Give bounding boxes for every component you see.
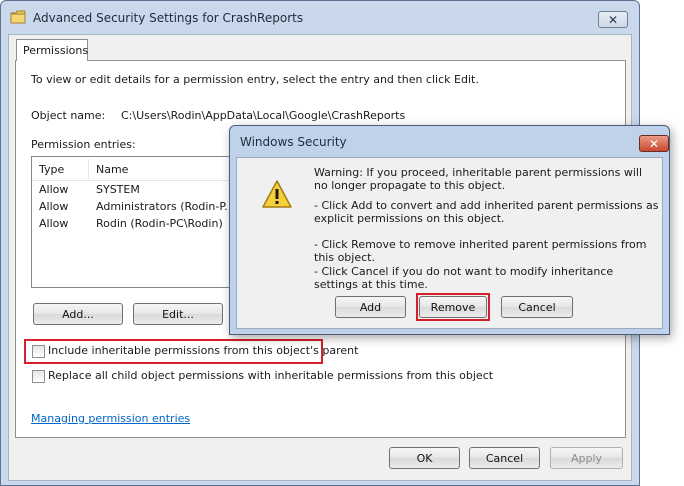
option-cancel-text: - Click Cancel if you do not want to mod… [314, 265, 614, 291]
folder-icon [10, 10, 26, 24]
column-header-name[interactable]: Name [96, 163, 128, 176]
dialog-add-button[interactable]: Add [335, 296, 406, 318]
window-close-button[interactable]: ✕ [598, 11, 628, 28]
table-row[interactable]: Allow Rodin (Rodin-PC\Rodin) [32, 216, 235, 233]
dialog-client-area: Warning: If you proceed, inheritable par… [236, 157, 663, 329]
ok-button[interactable]: OK [389, 447, 460, 469]
managing-permission-entries-link[interactable]: Managing permission entries [31, 412, 190, 425]
close-icon: ✕ [607, 12, 619, 27]
table-row[interactable]: Allow SYSTEM [32, 182, 235, 199]
row-type: Allow [39, 183, 69, 196]
permission-entries-label: Permission entries: [31, 138, 136, 151]
include-inheritable-label[interactable]: Include inheritable permissions from thi… [48, 344, 358, 357]
dialog-close-button[interactable]: ✕ [639, 135, 669, 152]
dialog-title: Windows Security [240, 135, 347, 149]
cancel-button[interactable]: Cancel [469, 447, 540, 469]
permission-entries-list[interactable]: Type Name Allow SYSTEM Allow Administrat… [31, 156, 236, 288]
intro-text: To view or edit details for a permission… [31, 73, 479, 86]
dialog-remove-button[interactable]: Remove [419, 296, 487, 318]
warning-message: Warning: If you proceed, inheritable par… [314, 166, 643, 192]
close-icon: ✕ [648, 136, 660, 151]
object-name-label: Object name: [31, 109, 106, 122]
windows-security-dialog: Windows Security ✕ Warning: If you proce… [229, 125, 670, 335]
table-row[interactable]: Allow Administrators (Rodin-P... [32, 199, 235, 216]
row-type: Allow [39, 217, 69, 230]
include-inheritable-checkbox[interactable] [32, 345, 45, 358]
row-type: Allow [39, 200, 69, 213]
tab-permissions[interactable]: Permissions [16, 39, 88, 61]
apply-button[interactable]: Apply [550, 447, 623, 469]
row-name: Rodin (Rodin-PC\Rodin) [96, 217, 223, 230]
option-remove-text: - Click Remove to remove inherited paren… [314, 238, 647, 264]
list-header: Type Name [32, 157, 235, 181]
tab-label: Permissions [23, 44, 89, 57]
replace-child-permissions-label[interactable]: Replace all child object permissions wit… [48, 369, 493, 382]
column-header-type[interactable]: Type [39, 163, 64, 176]
object-name-value: C:\Users\Rodin\AppData\Local\Google\Cras… [121, 109, 406, 122]
row-name: SYSTEM [96, 183, 140, 196]
title-bar[interactable]: Advanced Security Settings for CrashRepo… [1, 1, 639, 35]
replace-child-permissions-checkbox[interactable] [32, 370, 45, 383]
dialog-cancel-button[interactable]: Cancel [501, 296, 573, 318]
row-name: Administrators (Rodin-P... [96, 200, 235, 213]
window-title: Advanced Security Settings for CrashRepo… [33, 11, 304, 25]
edit-entry-button[interactable]: Edit... [133, 303, 223, 325]
column-divider[interactable] [88, 159, 89, 179]
option-add-text: - Click Add to convert and add inherited… [314, 199, 659, 225]
warning-icon [262, 180, 292, 208]
add-entry-button[interactable]: Add... [33, 303, 123, 325]
